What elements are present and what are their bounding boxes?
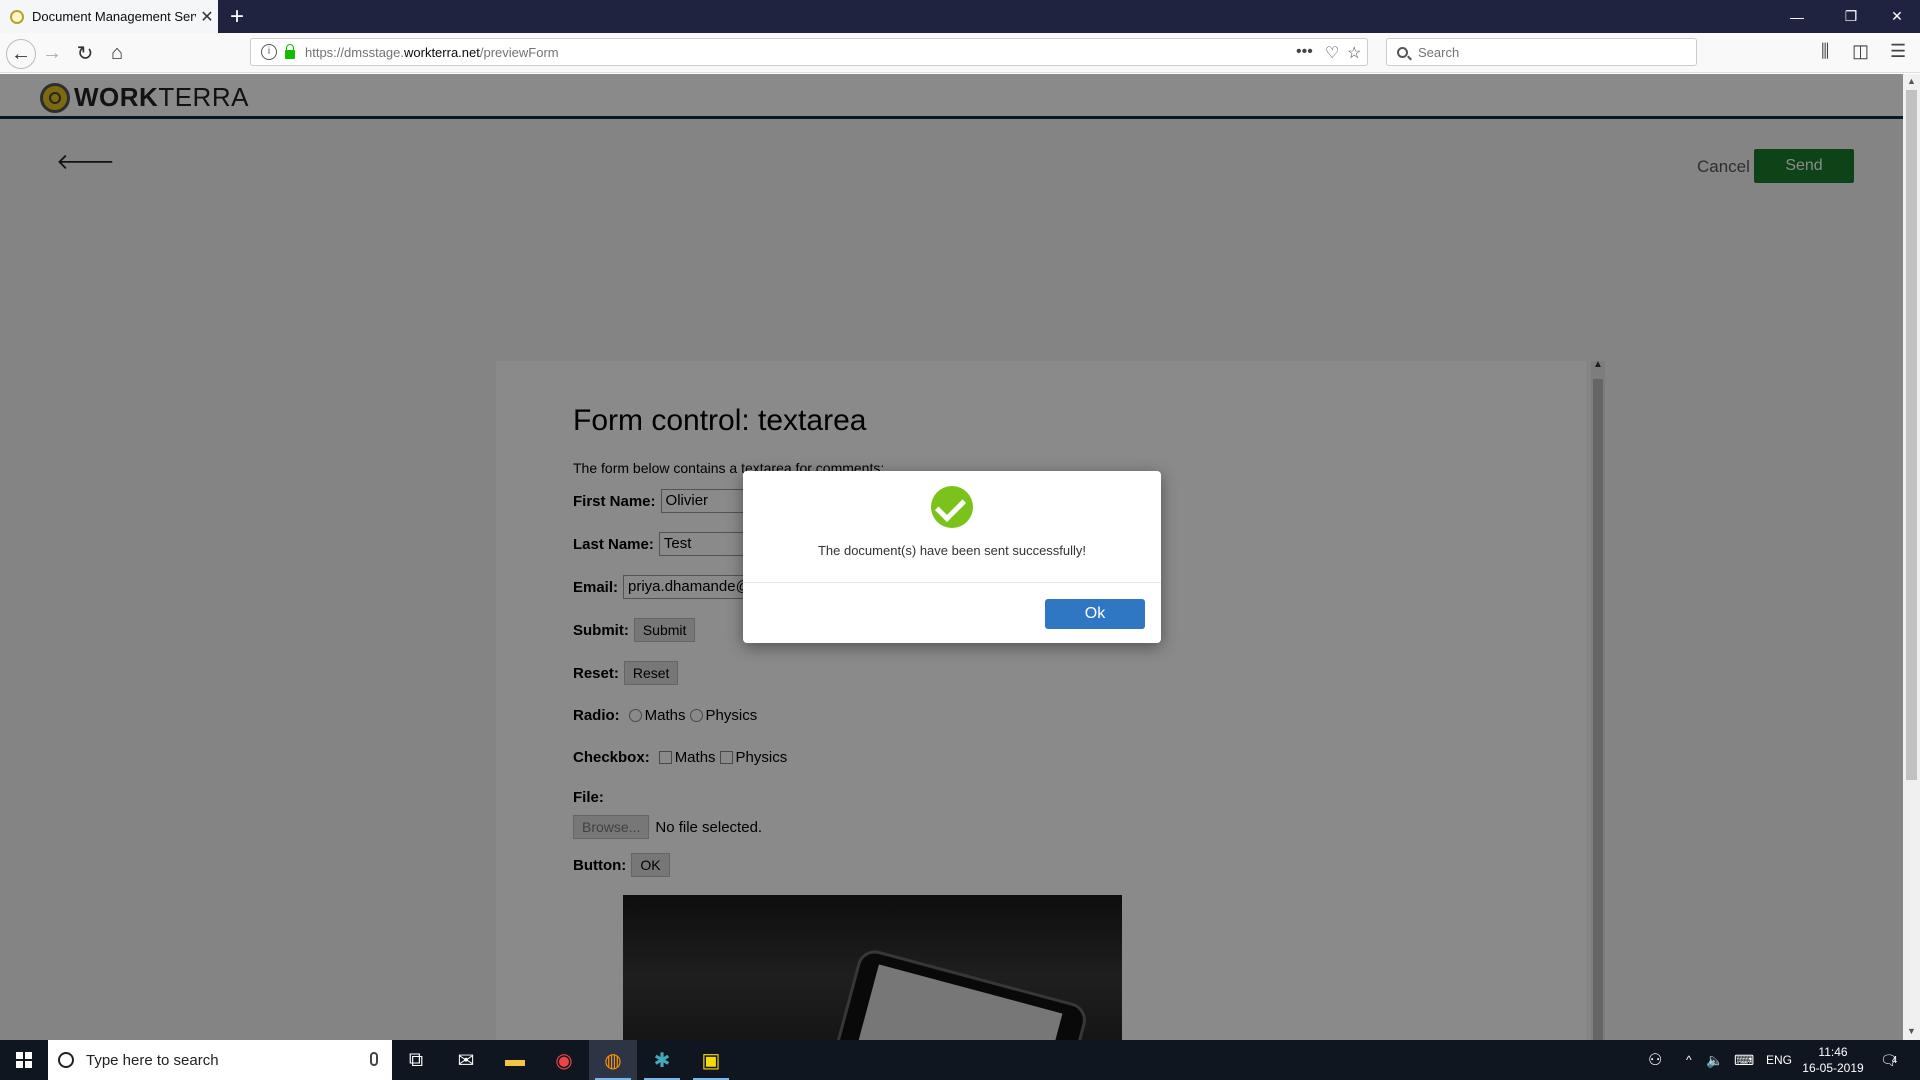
sidebar-icon[interactable]: ◫ xyxy=(1852,41,1869,62)
slack-icon[interactable]: ✱ xyxy=(638,1040,686,1080)
success-check-icon xyxy=(931,486,973,528)
browser-tab[interactable]: Document Management Servic ✕ xyxy=(0,0,218,33)
windows-icon xyxy=(16,1052,32,1068)
browser-nav-bar: ← → ↻ ⌂ i https://dmsstage.workterra.net… xyxy=(0,33,1920,73)
dialog-divider xyxy=(743,582,1161,583)
close-tab-icon[interactable]: ✕ xyxy=(196,7,218,27)
reload-icon[interactable]: ↻ xyxy=(71,39,99,67)
minimize-icon[interactable]: — xyxy=(1774,0,1820,33)
page-scroll-up-icon[interactable]: ▲ xyxy=(1907,76,1916,86)
keyboard-icon[interactable]: ⌨ xyxy=(1734,1040,1754,1080)
search-icon xyxy=(1397,46,1408,58)
clock-date: 16-05-2019 xyxy=(1802,1061,1864,1075)
taskbar-search-placeholder: Type here to search xyxy=(86,1051,219,1069)
page-scrollbar[interactable]: ▲ ▼ xyxy=(1903,74,1920,1040)
search-input[interactable]: Search xyxy=(1386,38,1697,66)
notification-count: 4 xyxy=(1891,1054,1898,1066)
people-icon[interactable]: ⚇ xyxy=(1648,1040,1662,1080)
start-button[interactable] xyxy=(0,1040,48,1080)
restore-icon[interactable]: ❐ xyxy=(1828,0,1874,33)
mail-app-icon[interactable]: ✉ xyxy=(442,1040,490,1080)
task-view-icon[interactable]: ⧉ xyxy=(392,1040,440,1080)
search-placeholder: Search xyxy=(1418,44,1460,60)
library-icon[interactable]: ⫼ xyxy=(1821,41,1829,62)
volume-icon[interactable]: 🔈 xyxy=(1706,1040,1723,1080)
bookmark-star-icon[interactable]: ☆ xyxy=(1347,43,1361,63)
close-window-icon[interactable]: ✕ xyxy=(1874,0,1920,33)
clock-time: 11:46 xyxy=(1818,1045,1848,1059)
page-actions-icon[interactable]: ••• xyxy=(1296,43,1313,61)
tab-title: Document Management Servic xyxy=(32,9,196,24)
success-message: The document(s) have been sent successfu… xyxy=(817,543,1087,558)
show-hidden-icons-icon[interactable]: ^ xyxy=(1686,1040,1692,1080)
page-scroll-down-icon[interactable]: ▼ xyxy=(1907,1026,1916,1036)
page-viewport: WORKTERRA 🡐 Cancel Send Form control: te… xyxy=(0,74,1903,1040)
site-favicon-icon xyxy=(10,9,24,24)
forward-icon[interactable]: → xyxy=(38,39,66,67)
home-icon[interactable]: ⌂ xyxy=(103,39,131,67)
url-text: https://dmsstage.workterra.net/previewFo… xyxy=(305,44,559,60)
microphone-icon[interactable] xyxy=(370,1052,378,1066)
url-bar[interactable]: i https://dmsstage.workterra.net/preview… xyxy=(250,38,1368,66)
firefox-icon[interactable]: ◍ xyxy=(589,1040,637,1080)
cortana-icon xyxy=(58,1052,74,1068)
chrome-icon[interactable]: ◉ xyxy=(540,1040,588,1080)
success-dialog: The document(s) have been sent successfu… xyxy=(743,471,1161,643)
system-clock[interactable]: 11:46 16-05-2019 xyxy=(1793,1044,1873,1076)
sticky-notes-icon[interactable]: ▣ xyxy=(687,1040,735,1080)
back-icon[interactable]: ← xyxy=(6,39,36,69)
browser-tab-bar: Document Management Servic ✕ + — ❐ ✕ xyxy=(0,0,1920,33)
file-explorer-icon[interactable]: ▬ xyxy=(491,1040,539,1080)
taskbar-search-input[interactable]: Type here to search xyxy=(48,1040,392,1080)
lock-icon xyxy=(285,43,295,59)
menu-icon[interactable]: ☰ xyxy=(1890,41,1906,62)
site-info-icon[interactable]: i xyxy=(261,44,277,60)
pocket-icon[interactable]: ♡ xyxy=(1325,43,1339,63)
ok-button[interactable]: Ok xyxy=(1045,599,1145,629)
language-indicator[interactable]: ENG xyxy=(1766,1040,1792,1080)
new-tab-icon[interactable]: + xyxy=(230,3,244,31)
taskbar: Type here to search ⧉ ✉ ▬ ◉ ◍ ✱ ▣ ⚇ ^ 🔈 … xyxy=(0,1040,1920,1080)
action-center-icon[interactable]: 🗨 4 xyxy=(1880,1040,1898,1080)
